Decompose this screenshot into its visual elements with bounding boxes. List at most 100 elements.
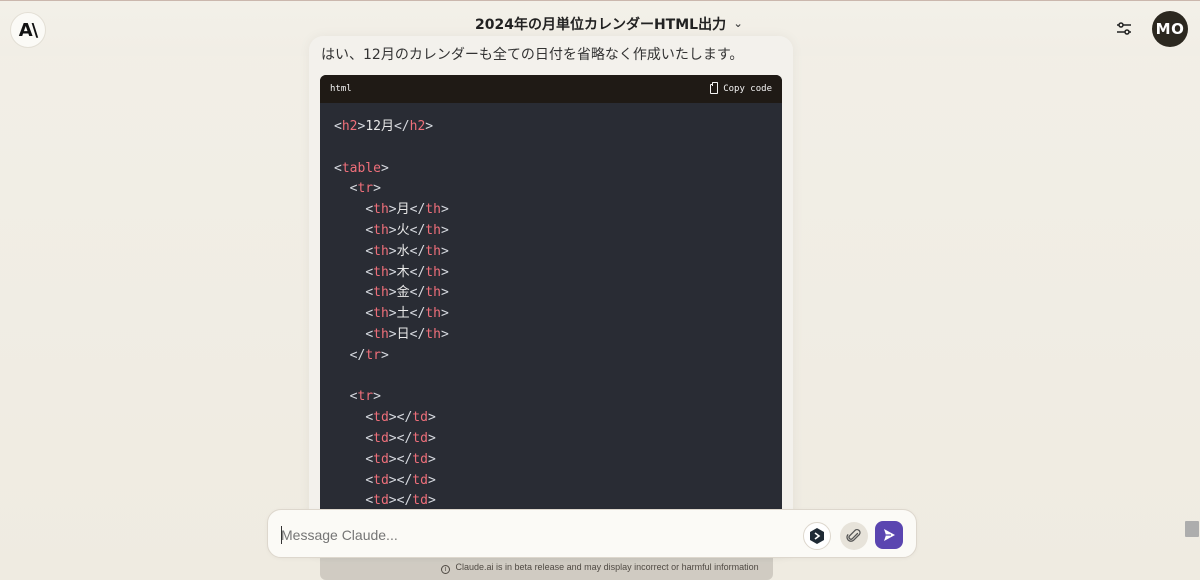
code-line: <th>木</th> <box>334 263 449 284</box>
code-token-punct: < <box>334 119 342 134</box>
code-token-punct: ></ <box>388 430 413 446</box>
code-token-tag: th <box>425 264 441 280</box>
code-token-tag: th <box>373 202 389 218</box>
code-token-punct: ></ <box>388 493 413 509</box>
code-token-punct: < <box>365 410 374 426</box>
code-token-punct: > <box>425 119 434 134</box>
code-line: <th>日</th> <box>334 325 448 346</box>
user-avatar[interactable]: MO <box>1152 11 1188 47</box>
copy-code-button[interactable]: Copy code <box>710 82 772 94</box>
code-token-punct: </ <box>409 202 426 218</box>
code-token-punct: > <box>388 326 397 342</box>
code-token-tag: th <box>373 306 389 322</box>
code-line: <table> <box>334 159 449 180</box>
code-token-punct: > <box>440 222 449 238</box>
code-token-punct: </ <box>393 119 410 134</box>
claude-logo[interactable]: A\ <box>10 12 46 48</box>
code-token-tag: tr <box>357 181 374 197</box>
conversation-title-menu[interactable]: 2024年の月単位カレンダーHTML出力 ⌄ <box>475 14 744 34</box>
code-token-punct: > <box>380 347 389 363</box>
code-line: <th>金</th> <box>334 283 448 304</box>
code-token-punct: < <box>365 326 374 342</box>
attach-file-button[interactable] <box>840 522 868 550</box>
send-arrow-icon <box>884 529 895 541</box>
chevron-down-icon: ⌄ <box>733 16 743 30</box>
code-token-punct: </ <box>409 326 426 342</box>
code-token-tag: td <box>373 451 389 467</box>
code-token-tag: th <box>425 285 441 301</box>
send-message-button[interactable] <box>875 521 903 549</box>
code-token-punct: > <box>388 264 397 280</box>
code-token-tag: th <box>373 243 389 259</box>
code-token-tag: td <box>373 493 389 509</box>
code-token-punct: > <box>440 264 449 280</box>
page-scrollbar-thumb[interactable] <box>1185 521 1199 537</box>
code-token-tag: td <box>412 472 428 488</box>
code-token-punct: ></ <box>388 410 413 426</box>
settings-button[interactable] <box>1114 19 1134 39</box>
message-input[interactable] <box>281 523 781 547</box>
code-line: <td></td> <box>334 429 449 450</box>
code-token-punct: > <box>373 389 381 405</box>
code-token-punct: > <box>427 410 436 426</box>
code-token-tag: td <box>373 410 389 426</box>
code-token-punct: > <box>427 472 436 488</box>
paperclip-icon <box>846 528 861 542</box>
settings-sliders-icon <box>1117 22 1131 35</box>
clipboard-icon <box>710 82 719 94</box>
code-token-punct: > <box>373 181 381 197</box>
code-token-tag: tr <box>357 389 374 405</box>
extension-button[interactable] <box>803 522 831 550</box>
code-line: </tr> <box>334 346 449 367</box>
code-token-punct: < <box>334 160 342 176</box>
code-token-punct: ></ <box>388 451 413 467</box>
code-token-tag: td <box>412 410 428 426</box>
code-token-punct: > <box>427 493 436 509</box>
text-cursor <box>281 526 282 544</box>
code-line: <th>火</th> <box>334 221 449 242</box>
code-token-tag: th <box>373 264 389 280</box>
code-line: <th>水</th> <box>334 242 448 263</box>
code-token-tag: th <box>373 222 389 238</box>
code-token-text: 月 <box>396 202 410 218</box>
code-token-punct: > <box>380 160 389 176</box>
code-token-punct: > <box>427 430 436 446</box>
code-token-tag: th <box>425 202 441 218</box>
code-line: <td></td> <box>334 408 449 429</box>
code-token-punct: </ <box>409 285 426 301</box>
code-token-punct: > <box>427 451 436 467</box>
code-token-punct: < <box>365 264 374 280</box>
anthropic-logo-text: A\ <box>18 19 38 41</box>
code-token-punct: </ <box>409 243 426 259</box>
code-line: <th>月</th> <box>334 200 449 221</box>
code-token-punct: < <box>365 202 374 218</box>
code-token-tag: th <box>373 285 389 301</box>
code-token-punct: </ <box>409 264 426 280</box>
code-token-text: 金 <box>396 285 410 301</box>
code-token-tag: th <box>425 222 441 238</box>
code-token-text: 水 <box>396 243 410 259</box>
code-token-text: 12月 <box>365 119 394 134</box>
beta-disclaimer-text: Claude.ai is in beta release and may dis… <box>455 562 759 572</box>
code-token-punct: > <box>388 202 397 218</box>
code-token-punct: < <box>365 222 374 238</box>
code-line: <tr> <box>334 387 449 408</box>
code-token-punct: < <box>365 472 374 488</box>
conversation-title: 2024年の月単位カレンダーHTML出力 <box>475 17 727 33</box>
code-token-punct: > <box>440 202 449 218</box>
code-token-punct: < <box>365 243 374 259</box>
code-token-punct: < <box>365 306 374 322</box>
beta-disclaimer: i Claude.ai is in beta release and may d… <box>441 562 761 574</box>
code-token-punct: > <box>388 285 397 301</box>
